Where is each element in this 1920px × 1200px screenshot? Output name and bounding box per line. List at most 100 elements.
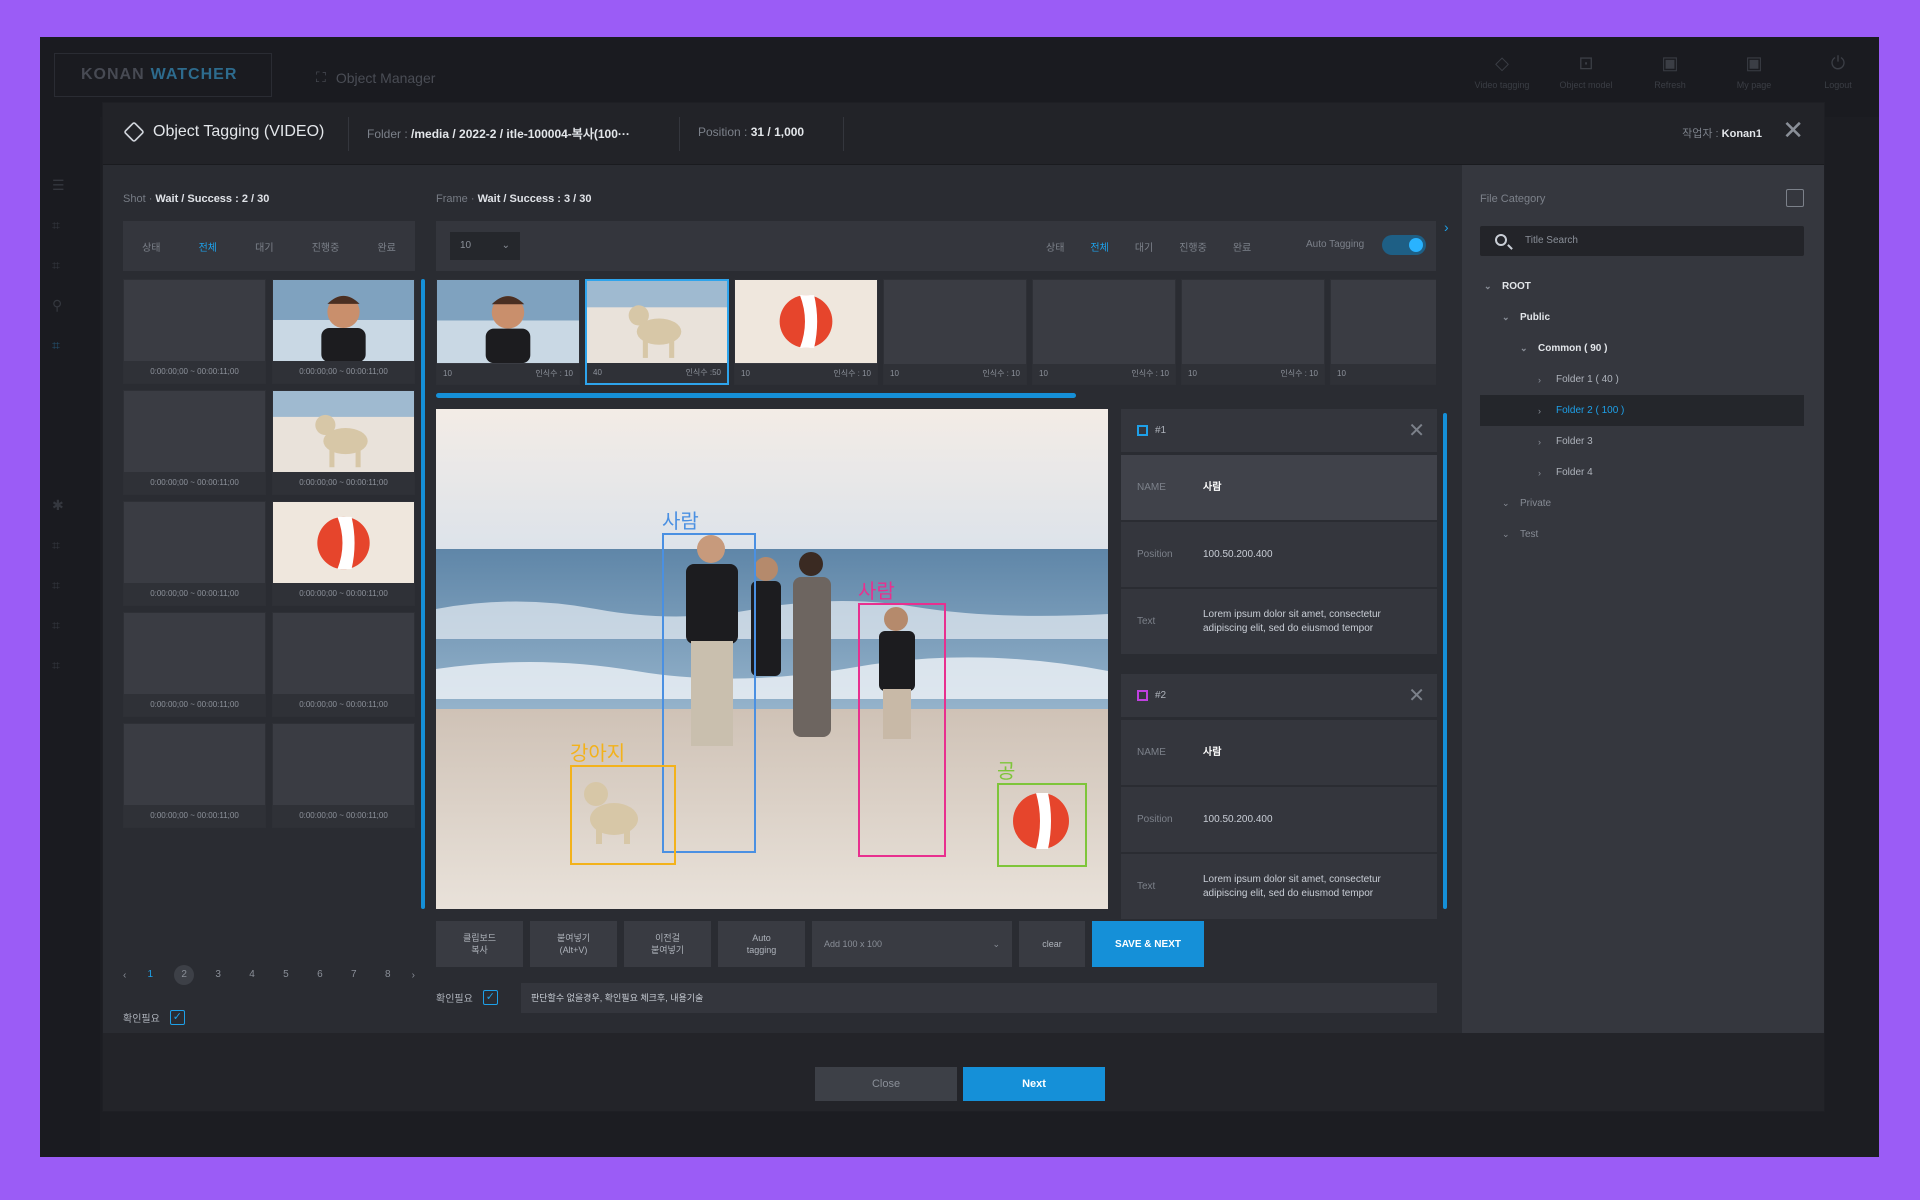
annotation-card: #1 ✕ NAME 사람 Position 100.50.200.400 Text Lorem… (1121, 409, 1437, 654)
save-next-button[interactable]: SAVE & NEXT (1092, 921, 1204, 967)
tree-node[interactable]: › Folder 3 (1480, 426, 1804, 457)
tree-node[interactable]: › Folder 2 ( 100 ) (1480, 395, 1804, 426)
my-page-button[interactable]: ▣ My page (1723, 53, 1785, 90)
frame-count: 10 (890, 369, 899, 378)
filter-waiting[interactable]: 대기 (1135, 239, 1153, 254)
checkbox-checked-icon[interactable]: ✓ (169, 1010, 185, 1025)
frame-cell[interactable]: 10 인식수 : 10 (734, 279, 878, 385)
frame-check-needed[interactable]: 확인필요 ✓ (436, 990, 498, 1005)
close-button[interactable]: Close (815, 1067, 957, 1101)
refresh-button[interactable]: ▣ Refresh (1639, 53, 1701, 90)
clear-button[interactable]: clear (1019, 921, 1085, 967)
title-search-input[interactable]: Title Search (1480, 226, 1804, 256)
shot-cell[interactable]: 0:00:00;00 ~ 00:00:11;00 (123, 501, 266, 606)
chevron-right-icon[interactable]: › (1444, 219, 1449, 235)
paste-previous-button[interactable]: 이전걸 붙여넣기 (624, 921, 711, 967)
memo-input[interactable]: 판단할수 없을경우, 확인필요 체크후, 내용기술 (521, 983, 1437, 1013)
bbox-dog[interactable] (570, 765, 676, 865)
frame-cell[interactable]: 10 인식수 : 10 (883, 279, 1027, 385)
annotation-position-row[interactable]: Position 100.50.200.400 (1121, 787, 1437, 852)
filter-done[interactable]: 완료 (1233, 239, 1251, 254)
shot-cell[interactable]: 0:00:00;00 ~ 00:00:11;00 (272, 612, 415, 717)
annotation-name-row[interactable]: NAME 사람 (1121, 720, 1437, 785)
close-icon[interactable]: ✕ (1408, 674, 1425, 718)
object-model-button[interactable]: ⊡ Object model (1555, 53, 1617, 90)
add-size-select[interactable]: Add 100 x 100 ⌄ (812, 921, 1012, 967)
bbox-person-1[interactable] (662, 533, 756, 853)
tree-node[interactable]: › Folder 4 (1480, 457, 1804, 488)
expand-panel-icon[interactable] (1786, 189, 1804, 207)
annotation-scrollbar[interactable] (1443, 413, 1447, 909)
tree-node[interactable]: › Folder 1 ( 40 ) (1480, 364, 1804, 395)
tree-node[interactable]: ⌄ Public (1480, 302, 1804, 333)
chevron-right-icon[interactable]: › (412, 970, 415, 981)
frame-cell[interactable]: 10 인식수 : 10 (436, 279, 580, 385)
bbox-person-2[interactable] (858, 603, 946, 857)
page-button[interactable]: 5 (276, 965, 296, 985)
frame-cell[interactable]: 10 인식수 : 10 (1181, 279, 1325, 385)
frame-cell[interactable]: 10 인식수 : 10 (1032, 279, 1176, 385)
page-button[interactable]: 2 (174, 965, 195, 985)
annotation-position-row[interactable]: Position 100.50.200.400 (1121, 522, 1437, 587)
next-button[interactable]: Next (963, 1067, 1105, 1101)
page-button[interactable]: 4 (242, 965, 262, 985)
frame-scrollbar[interactable] (436, 393, 1076, 398)
annotation-text-row[interactable]: Text Lorem ipsum dolor sit amet, consecte… (1121, 854, 1437, 919)
frame-strip: 10 인식수 : 10 40 인식수 :50 10 인식수 : 10 10 인식수 : 10 1… (436, 279, 1436, 387)
shot-cell[interactable]: 0:00:00;00 ~ 00:00:11;00 (123, 390, 266, 495)
clipboard-copy-button[interactable]: 클립보드 복사 (436, 921, 523, 967)
page-button[interactable]: 1 (140, 965, 160, 985)
filter-in-progress[interactable]: 진행중 (1179, 239, 1207, 254)
filter-all[interactable]: 전체 (199, 239, 217, 254)
frame-cell[interactable]: 40 인식수 :50 (585, 279, 729, 385)
logout-button[interactable]: ⏻ Logout (1807, 53, 1869, 90)
bbox-label: 공 (997, 759, 1016, 783)
shot-scrollbar[interactable] (421, 279, 425, 909)
shot-check-needed[interactable]: 확인필요 ✓ (123, 1010, 185, 1025)
video-tagging-button[interactable]: ◇ Video tagging (1471, 53, 1533, 90)
position-indicator: Position : 31 / 1,000 (698, 125, 805, 139)
shot-cell[interactable]: 0:00:00;00 ~ 00:00:11;00 (272, 501, 415, 606)
auto-tagging-toggle[interactable] (1382, 235, 1426, 255)
filter-waiting[interactable]: 대기 (255, 239, 273, 254)
bbox-ball[interactable] (997, 783, 1087, 867)
tree-node[interactable]: ⌄ Private (1480, 488, 1804, 519)
tree-node[interactable]: ⌄ Test (1480, 519, 1804, 550)
page-size-select[interactable]: 10 ⌄ (450, 232, 520, 260)
shot-cell[interactable]: 0:00:00;00 ~ 00:00:11;00 (272, 390, 415, 495)
shot-cell[interactable]: 0:00:00;00 ~ 00:00:11;00 (123, 279, 266, 384)
shot-cell[interactable]: 0:00:00;00 ~ 00:00:11;00 (272, 723, 415, 828)
tagging-canvas[interactable]: 사람 사람 강아지 공 (436, 409, 1108, 909)
annotation-header[interactable]: #2 ✕ (1121, 674, 1437, 718)
page-button[interactable]: 3 (208, 965, 228, 985)
page-button[interactable]: 7 (344, 965, 364, 985)
checkbox-checked-icon[interactable]: ✓ (482, 990, 498, 1005)
shot-cell[interactable]: 0:00:00;00 ~ 00:00:11;00 (272, 279, 415, 384)
tree-node[interactable]: ⌄ Common ( 90 ) (1480, 333, 1804, 364)
shot-cell[interactable]: 0:00:00;00 ~ 00:00:11;00 (123, 723, 266, 828)
annotation-header[interactable]: #1 ✕ (1121, 409, 1437, 453)
modal-close-icon[interactable]: ✕ (1782, 117, 1804, 143)
global-icons: ◇ Video tagging ⊡ Object model ▣ Refresh ▣ M… (1471, 53, 1869, 90)
brand-logo[interactable]: KONAN WATCHER (54, 53, 272, 97)
frame-thumbnail (884, 280, 1026, 363)
frame-cell[interactable]: 10인식수 (1330, 279, 1436, 385)
shot-thumbnail (124, 280, 265, 362)
annotation-name-row[interactable]: NAME 사람 (1121, 455, 1437, 520)
filter-in-progress[interactable]: 진행중 (312, 239, 340, 254)
auto-tagging-button[interactable]: Auto tagging (718, 921, 805, 967)
close-icon[interactable]: ✕ (1408, 409, 1425, 453)
page-button[interactable]: 6 (310, 965, 330, 985)
filter-done[interactable]: 완료 (377, 239, 395, 254)
frame-thumbnail (735, 280, 877, 363)
frame-count: 10 (1188, 369, 1197, 378)
nav-object-manager[interactable]: ⛶ Object Manager (316, 69, 435, 86)
page-button[interactable]: 8 (378, 965, 398, 985)
filter-all[interactable]: 전체 (1090, 239, 1108, 254)
shot-cell[interactable]: 0:00:00;00 ~ 00:00:11;00 (123, 612, 266, 717)
tree-node[interactable]: ⌄ ROOT (1480, 271, 1804, 302)
chevron-left-icon[interactable]: ‹ (123, 970, 126, 981)
annotation-text-row[interactable]: Text Lorem ipsum dolor sit amet, consecte… (1121, 589, 1437, 654)
chevron-down-icon: ⌄ (501, 240, 510, 251)
paste-button[interactable]: 붙여넣기 (Alt+V) (530, 921, 617, 967)
